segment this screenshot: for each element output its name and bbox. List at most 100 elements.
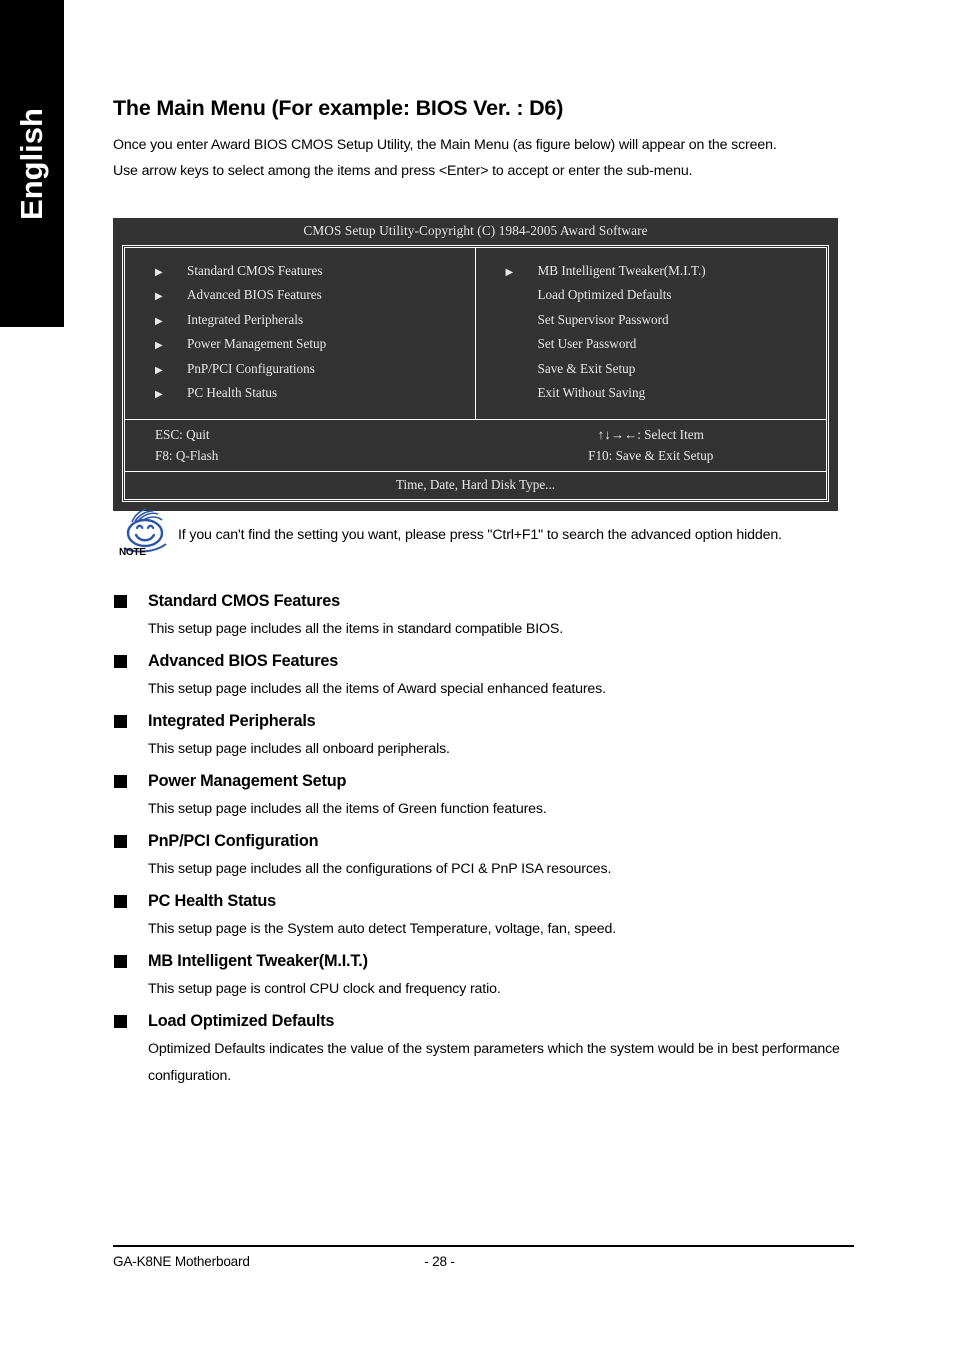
section-body: This setup page includes all onboard per… [148, 741, 450, 757]
note-text: If you can't find the setting you want, … [178, 527, 782, 543]
bios-menu-left-column: ▶ Standard CMOS Features ▶ Advanced BIOS… [125, 248, 476, 420]
description-section: PnP/PCI Configuration This setup page in… [113, 826, 854, 886]
bios-menu-item[interactable]: ▶ PC Health Status [125, 382, 475, 406]
bios-menu-item[interactable]: ▶ Standard CMOS Features [125, 260, 475, 284]
section-heading-label: PnP/PCI Configuration [148, 831, 319, 850]
bios-menu-item-label: PC Health Status [187, 385, 278, 401]
submenu-arrow-icon-placeholder [506, 311, 538, 333]
submenu-arrow-icon-placeholder [506, 335, 538, 357]
bios-setup-screenshot: CMOS Setup Utility-Copyright (C) 1984-20… [113, 218, 838, 512]
bios-menu-columns: ▶ Standard CMOS Features ▶ Advanced BIOS… [125, 248, 827, 421]
bios-menu-item-label: Set User Password [537, 336, 637, 352]
section-heading: PC Health Status [113, 886, 854, 916]
note-smiley-icon: NOTE [116, 508, 178, 560]
intro-line-2: Use arrow keys to select among the items… [113, 163, 693, 179]
section-heading-label: PC Health Status [148, 891, 276, 910]
submenu-arrow-icon: ▶ [155, 340, 163, 352]
page-footer: GA-K8NE Motherboard - 28 - [113, 1254, 854, 1276]
bios-menu-item[interactable]: ▶ Integrated Peripherals [125, 309, 475, 333]
description-section: Load Optimized Defaults Optimized Defaul… [113, 1006, 854, 1093]
bios-menu-item[interactable]: Exit Without Saving [476, 382, 827, 406]
footer-divider [113, 1245, 854, 1247]
bios-menu-item[interactable]: ▶ Advanced BIOS Features [125, 284, 475, 308]
square-bullet-icon [114, 1014, 127, 1028]
description-section: PC Health Status This setup page is the … [113, 886, 854, 946]
bios-menu-item[interactable]: ▶ MB Intelligent Tweaker(M.I.T.) [476, 260, 827, 284]
submenu-arrow-icon: ▶ [505, 267, 514, 278]
bios-menu-item[interactable]: Load Optimized Defaults [476, 284, 827, 308]
bios-key-legend: ESC: Quit F8: Q-Flash ↑↓→←: Select Item … [125, 420, 827, 473]
submenu-arrow-icon: ▶ [155, 315, 163, 327]
square-bullet-icon [114, 834, 127, 848]
section-heading-label: Standard CMOS Features [148, 591, 340, 610]
bios-key-legend-right: ↑↓→←: Select Item F10: Save & Exit Setup [476, 424, 827, 466]
key-f8-qflash: F8: Q-Flash [155, 448, 219, 464]
section-heading: PnP/PCI Configuration [113, 826, 854, 856]
square-bullet-icon [114, 774, 127, 788]
menu-descriptions-list: Standard CMOS Features This setup page i… [113, 586, 854, 1093]
key-f10-save-exit: F10: Save & Exit Setup [588, 448, 714, 464]
submenu-arrow-icon: ▶ [155, 267, 163, 278]
section-body: This setup page is control CPU clock and… [148, 981, 501, 997]
bios-title-bar: CMOS Setup Utility-Copyright (C) 1984-20… [303, 223, 648, 238]
section-heading: Integrated Peripherals [113, 706, 854, 736]
bios-menu-item[interactable]: ▶ PnP/PCI Configurations [125, 358, 475, 382]
submenu-arrow-icon-placeholder [506, 360, 538, 382]
bios-frame-inner: ▶ Standard CMOS Features ▶ Advanced BIOS… [124, 247, 827, 501]
note-label: NOTE [119, 547, 146, 558]
section-body: This setup page is the System auto detec… [148, 921, 616, 937]
bios-key-legend-left: ESC: Quit F8: Q-Flash [125, 424, 476, 466]
bios-menu-item[interactable]: Set Supervisor Password [476, 309, 827, 333]
section-heading-label: Load Optimized Defaults [148, 1011, 335, 1030]
description-section: Standard CMOS Features This setup page i… [113, 586, 854, 646]
description-section: Integrated Peripherals This setup page i… [113, 706, 854, 766]
section-heading: MB Intelligent Tweaker(M.I.T.) [113, 946, 854, 976]
key-esc-quit: ESC: Quit [155, 427, 210, 443]
section-heading: Power Management Setup [113, 766, 854, 796]
section-body: This setup page includes all the configu… [148, 861, 612, 877]
square-bullet-icon [114, 954, 127, 968]
submenu-arrow-icon: ▶ [155, 364, 163, 376]
description-section: Advanced BIOS Features This setup page i… [113, 646, 854, 706]
bios-menu-item[interactable]: Save & Exit Setup [476, 358, 827, 382]
bios-frame: ▶ Standard CMOS Features ▶ Advanced BIOS… [122, 245, 829, 503]
section-heading-label: Advanced BIOS Features [148, 651, 339, 670]
note-callout: NOTE If you can't find the setting you w… [116, 508, 856, 560]
bios-menu-item-label: Power Management Setup [187, 336, 327, 352]
footer-page-number: - 28 - [424, 1254, 455, 1269]
section-heading-label: MB Intelligent Tweaker(M.I.T.) [148, 951, 368, 970]
bios-menu-right-column: ▶ MB Intelligent Tweaker(M.I.T.) Load Op… [476, 248, 827, 419]
section-heading: Standard CMOS Features [113, 586, 854, 616]
bios-menu-item[interactable]: ▶ Power Management Setup [125, 333, 475, 357]
bios-menu-item-label: PnP/PCI Configurations [187, 360, 315, 376]
language-tab-label: English [14, 107, 50, 220]
bios-menu-item-label: Integrated Peripherals [187, 311, 304, 327]
description-section: MB Intelligent Tweaker(M.I.T.) This setu… [113, 946, 854, 1006]
square-bullet-icon [114, 714, 127, 728]
page-title: The Main Menu (For example: BIOS Ver. : … [113, 96, 564, 120]
section-body: This setup page includes all the items i… [148, 621, 564, 637]
bios-menu-item-label: Advanced BIOS Features [187, 287, 322, 303]
submenu-arrow-icon-placeholder [506, 286, 538, 308]
submenu-arrow-icon-placeholder [506, 384, 538, 406]
section-heading-label: Integrated Peripherals [148, 711, 316, 730]
section-heading: Load Optimized Defaults [113, 1006, 854, 1036]
bios-menu-item[interactable]: Set User Password [476, 333, 827, 357]
intro-paragraph: Once you enter Award BIOS CMOS Setup Uti… [113, 132, 854, 184]
key-arrows-select-item: ↑↓→←: Select Item [597, 427, 704, 443]
bios-menu-item-label: Set Supervisor Password [537, 311, 669, 327]
bios-menu-item-label: MB Intelligent Tweaker(M.I.T.) [537, 263, 706, 278]
section-body: Optimized Defaults indicates the value o… [148, 1041, 840, 1084]
submenu-arrow-icon: ▶ [155, 291, 163, 303]
section-body: This setup page includes all the items o… [148, 681, 606, 697]
description-section: Power Management Setup This setup page i… [113, 766, 854, 826]
section-heading-label: Power Management Setup [148, 771, 347, 790]
bios-status-hint: Time, Date, Hard Disk Type... [395, 477, 556, 493]
language-tab-english: English [0, 0, 64, 327]
bios-menu-item-label: Standard CMOS Features [187, 263, 323, 278]
section-heading: Advanced BIOS Features [113, 646, 854, 676]
bios-menu-item-label: Exit Without Saving [537, 385, 646, 401]
submenu-arrow-icon: ▶ [155, 389, 163, 401]
section-body: This setup page includes all the items o… [148, 801, 547, 817]
bios-menu-item-label: Load Optimized Defaults [537, 287, 672, 303]
